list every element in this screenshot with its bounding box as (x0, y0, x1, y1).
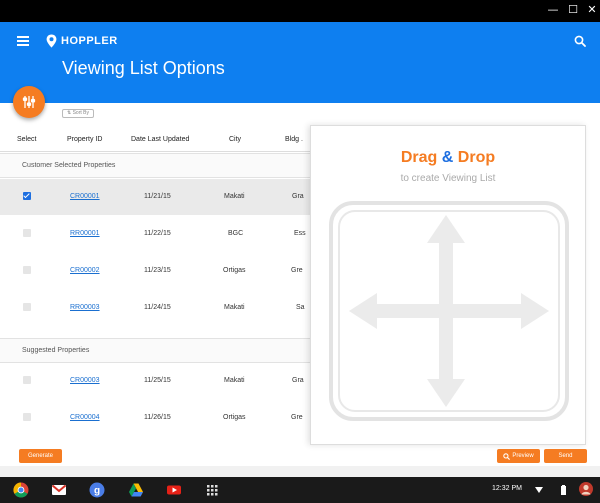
property-id-link[interactable]: CR00004 (70, 414, 100, 421)
chrome-icon[interactable] (13, 482, 29, 498)
row-bldg: Sa (296, 304, 305, 311)
avatar[interactable] (579, 482, 593, 496)
row-date: 11/25/15 (144, 377, 171, 384)
window-title-bar: — ☐ ✕ (0, 0, 600, 22)
row-date: 11/22/15 (144, 230, 171, 237)
sliders-icon (22, 96, 36, 108)
magnifier-icon (503, 452, 511, 460)
maximize-button[interactable]: ☐ (566, 3, 580, 17)
drop-zone-title-drag: Drag (400, 149, 438, 166)
app-launcher-icon[interactable] (204, 482, 220, 498)
header-property-id[interactable]: Property ID (67, 136, 102, 143)
filter-fab-button[interactable] (13, 86, 45, 118)
row-bldg: Gre (291, 267, 303, 274)
table-row[interactable]: RR00001 11/22/15 BGC Ess (0, 216, 310, 252)
row-city: Ortigas (223, 267, 246, 274)
row-date: 11/26/15 (144, 414, 171, 421)
drop-zone-subtitle: to create Viewing List (400, 173, 496, 184)
row-city: Makati (224, 377, 245, 384)
header-city[interactable]: City (229, 136, 241, 143)
sort-icon: ⇅ (67, 110, 72, 116)
menu-icon[interactable] (17, 36, 29, 46)
row-city: Makati (224, 304, 245, 311)
close-button[interactable]: ✕ (585, 3, 599, 17)
minimize-button[interactable]: — (546, 3, 560, 17)
section-label-suggested: Suggested Properties (22, 347, 90, 354)
preview-button[interactable]: Preview (497, 449, 540, 463)
header-date-updated[interactable]: Date Last Updated (131, 136, 189, 143)
header-bldg[interactable]: Bldg . (285, 136, 303, 143)
app-bar: HOPPLER Viewing List Options (0, 22, 600, 103)
drop-zone-title-amp: & (441, 149, 454, 166)
row-city: BGC (228, 230, 244, 237)
row-date: 11/24/15 (144, 304, 171, 311)
row-checkbox[interactable] (23, 229, 31, 237)
row-bldg: Gre (291, 414, 303, 421)
table-row[interactable]: RR00003 11/24/15 Makati Sa (0, 290, 310, 326)
row-checkbox[interactable] (23, 266, 31, 274)
move-arrows-icon (329, 201, 569, 421)
svg-text:g: g (94, 486, 100, 497)
drop-zone-title-drop: Drop (457, 149, 496, 166)
row-bldg: Gra (292, 193, 304, 200)
app-name: HOPPLER (61, 35, 118, 47)
property-id-link[interactable]: RR00001 (70, 230, 100, 237)
youtube-icon[interactable] (166, 482, 182, 498)
sort-by-button[interactable]: ⇅ Sort By (62, 109, 94, 118)
row-date: 11/21/15 (144, 193, 171, 200)
page-title: Viewing List Options (62, 58, 225, 78)
property-id-link[interactable]: CR00002 (70, 267, 100, 274)
table-row[interactable]: CR00002 11/23/15 Ortigas Gre (0, 253, 310, 289)
preview-label: Preview (512, 453, 534, 459)
drop-zone[interactable]: Drag & Drop to create Viewing List (310, 125, 586, 445)
row-checkbox[interactable] (23, 303, 31, 311)
drop-zone-title: Drag & Drop (311, 149, 585, 167)
drive-icon[interactable] (128, 482, 144, 498)
property-id-link[interactable]: RR00003 (70, 304, 100, 311)
row-checkbox[interactable] (23, 192, 31, 200)
gmail-icon[interactable] (51, 482, 67, 498)
table-row[interactable]: CR00001 11/21/15 Makati Gra (0, 179, 310, 215)
row-checkbox[interactable] (23, 376, 31, 384)
main-content: ⇅ Sort By Select Property ID Date Last U… (0, 103, 600, 466)
send-label: Send (558, 453, 573, 459)
generate-button[interactable]: Generate (19, 449, 62, 463)
section-label-customer: Customer Selected Properties (22, 162, 116, 169)
table-header: Select Property ID Date Last Updated Cit… (0, 128, 320, 152)
row-bldg: Ess (294, 230, 306, 237)
action-bar: Generate Preview Send (0, 446, 600, 466)
sort-by-label: Sort By (72, 110, 89, 116)
table-row[interactable]: CR00003 11/25/15 Makati Gra (0, 363, 310, 399)
taskbar: g 12:32 PM (0, 477, 600, 503)
row-city: Ortigas (223, 414, 246, 421)
wifi-icon[interactable] (535, 486, 543, 494)
row-city: Makati (224, 193, 245, 200)
clock[interactable]: 12:32 PM (492, 485, 522, 492)
property-id-link[interactable]: CR00001 (70, 193, 100, 200)
property-id-link[interactable]: CR00003 (70, 377, 100, 384)
row-checkbox[interactable] (23, 413, 31, 421)
row-date: 11/23/15 (144, 267, 171, 274)
search-icon[interactable] (574, 35, 586, 47)
google-plus-icon[interactable]: g (89, 482, 105, 498)
header-select[interactable]: Select (17, 136, 36, 143)
send-button[interactable]: Send (544, 449, 587, 463)
table-row[interactable]: CR00004 11/26/15 Ortigas Gre (0, 400, 310, 436)
row-bldg: Gra (292, 377, 304, 384)
location-pin-icon (46, 34, 57, 48)
app-logo: HOPPLER (46, 32, 118, 50)
generate-label: Generate (27, 453, 54, 459)
battery-icon[interactable] (561, 485, 566, 495)
